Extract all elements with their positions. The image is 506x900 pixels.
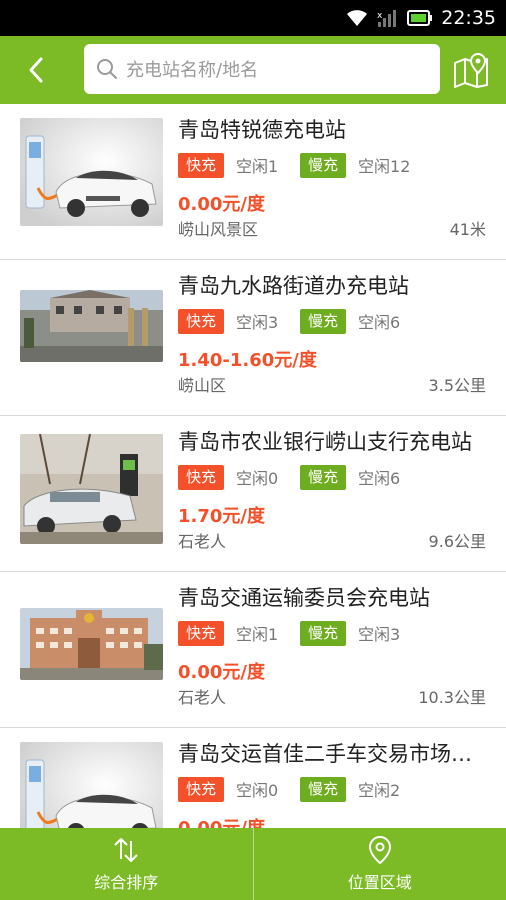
slow-charge-badge: 慢充 (300, 152, 347, 178)
fast-charge-badge: 快充 (178, 776, 225, 802)
slow-charge-badge: 慢充 (300, 776, 347, 802)
station-name: 青岛交运首佳二手车交易市场… (178, 742, 472, 766)
station-thumbnail (20, 434, 163, 544)
fast-charge-badge: 快充 (178, 620, 225, 646)
back-button[interactable] (18, 50, 54, 90)
fast-idle-count: 空闲0 (236, 781, 279, 800)
slow-idle-count: 空闲3 (358, 625, 401, 644)
sort-button[interactable]: 综合排序 (0, 828, 253, 900)
status-time: 22:35 (441, 7, 496, 29)
slow-idle-count: 空闲2 (358, 781, 401, 800)
station-thumbnail (20, 118, 163, 226)
station-name: 青岛交通运输委员会充电站 (178, 586, 430, 610)
station-district: 石老人 (178, 532, 227, 551)
station-thumbnail (20, 742, 163, 828)
station-price: 1.70元/度 (178, 506, 265, 527)
fast-idle-count: 空闲3 (236, 313, 279, 332)
bottom-bar: 综合排序 位置区域 (0, 828, 506, 900)
sort-label: 综合排序 (94, 873, 159, 892)
area-label: 位置区域 (347, 873, 412, 892)
slow-idle-count: 空闲12 (358, 157, 411, 176)
battery-icon (407, 10, 433, 26)
station-distance: 3.5公里 (428, 376, 486, 395)
station-distance: 9.6公里 (428, 532, 486, 551)
slow-charge-badge: 慢充 (300, 308, 347, 334)
header: 充电站名称/地名 (0, 36, 506, 104)
chevron-left-icon (29, 57, 43, 83)
wifi-icon (347, 10, 368, 26)
signal-icon: x (377, 10, 397, 27)
status-bar: x 22:35 (0, 0, 506, 36)
station-distance: 41米 (449, 220, 486, 239)
sort-arrows-icon (114, 838, 138, 862)
station-list: 青岛特锐德充电站 快充 空闲1 慢充 空闲12 0.00元/度 崂山风景区 41… (0, 104, 506, 828)
station-name: 青岛市农业银行崂山支行充电站 (178, 430, 472, 454)
svg-text:x: x (377, 11, 383, 21)
search-icon (97, 59, 117, 79)
search-input[interactable]: 充电站名称/地名 (84, 44, 440, 94)
station-district: 石老人 (178, 688, 227, 707)
slow-idle-count: 空闲6 (358, 469, 401, 488)
charger-tags: 快充 空闲0 慢充 空闲6 (178, 464, 400, 490)
map-button[interactable] (450, 48, 492, 92)
charger-tags: 快充 空闲1 慢充 空闲3 (178, 620, 400, 646)
location-pin-icon (368, 835, 391, 865)
station-list-item[interactable]: 青岛市农业银行崂山支行充电站 快充 空闲0 慢充 空闲6 1.70元/度 石老人… (0, 416, 506, 572)
fast-idle-count: 空闲0 (236, 469, 279, 488)
slow-idle-count: 空闲6 (358, 313, 401, 332)
station-list-item[interactable]: 青岛九水路街道办充电站 快充 空闲3 慢充 空闲6 1.40-1.60元/度 崂… (0, 260, 506, 416)
slow-charge-badge: 慢充 (300, 464, 347, 490)
station-district: 崂山区 (178, 376, 227, 395)
area-button[interactable]: 位置区域 (254, 828, 506, 900)
station-price: 0.00元/度 (178, 814, 265, 828)
charger-tags: 快充 空闲1 慢充 空闲12 (178, 152, 410, 178)
station-name: 青岛九水路街道办充电站 (178, 274, 409, 298)
station-price: 1.40-1.60元/度 (178, 350, 317, 371)
station-name: 青岛特锐德充电站 (178, 118, 346, 142)
charger-tags: 快充 空闲3 慢充 空闲6 (178, 308, 400, 334)
station-price: 0.00元/度 (178, 194, 265, 215)
station-thumbnail (20, 290, 163, 362)
fast-idle-count: 空闲1 (236, 157, 279, 176)
status-icons: x 22:35 (345, 0, 496, 36)
fast-charge-badge: 快充 (178, 308, 225, 334)
station-list-item[interactable]: 青岛交运首佳二手车交易市场… 快充 空闲0 慢充 空闲2 0.00元/度 (0, 728, 506, 828)
fast-charge-badge: 快充 (178, 152, 225, 178)
fast-idle-count: 空闲1 (236, 625, 279, 644)
station-price: 0.00元/度 (178, 662, 265, 683)
station-list-item[interactable]: 青岛交通运输委员会充电站 快充 空闲1 慢充 空闲3 0.00元/度 石老人 1… (0, 572, 506, 728)
station-distance: 10.3公里 (418, 688, 486, 707)
search-placeholder: 充电站名称/地名 (126, 60, 259, 81)
station-list-item[interactable]: 青岛特锐德充电站 快充 空闲1 慢充 空闲12 0.00元/度 崂山风景区 41… (0, 104, 506, 260)
station-thumbnail (20, 608, 163, 680)
map-pin-icon (454, 52, 488, 88)
charger-tags: 快充 空闲0 慢充 空闲2 (178, 776, 400, 802)
station-district: 崂山风景区 (178, 220, 259, 239)
slow-charge-badge: 慢充 (300, 620, 347, 646)
fast-charge-badge: 快充 (178, 464, 225, 490)
